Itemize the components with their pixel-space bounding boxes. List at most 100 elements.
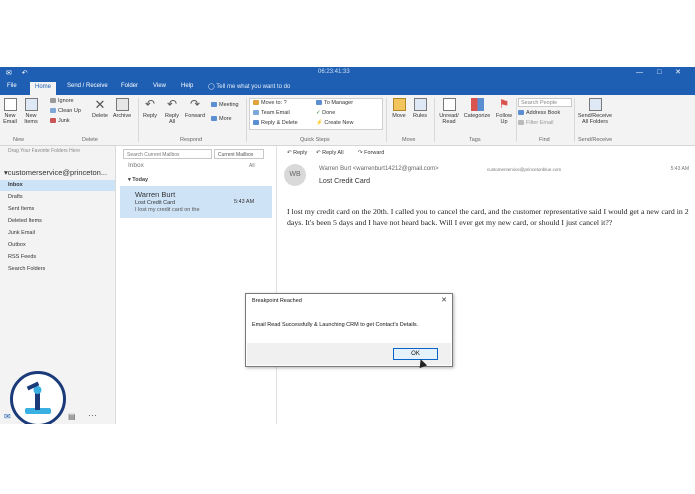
outlook-window: ✉ ↶ 06:23:41:33 — □ ✕ File Home Send / R… [0, 67, 695, 424]
group-label-find: Find [539, 137, 550, 143]
delete-button[interactable]: ✕ Delete [91, 98, 109, 119]
message-list-item[interactable]: Warren Burt Lost Credit Card I lost my c… [120, 186, 272, 218]
folder-sent-items[interactable]: Sent Items [0, 204, 115, 215]
recipient-address: customerservice@princetonblue.com [487, 167, 562, 172]
message-list-pane: Search Current Mailbox Current Mailbox I… [117, 146, 277, 424]
quick-step-move-to[interactable]: Move to: ? [253, 100, 287, 107]
group-label-new: New [13, 137, 25, 143]
separator [386, 98, 387, 142]
more-button[interactable]: More [211, 116, 232, 123]
search-mailbox-input[interactable]: Search Current Mailbox [123, 149, 212, 159]
address-book-button[interactable]: Address Book [518, 110, 560, 117]
reply-all-button[interactable]: ↶ Reply All [162, 97, 182, 126]
window-controls[interactable]: — □ ✕ [636, 68, 687, 76]
tasks-icon[interactable]: ▤ [68, 412, 76, 421]
forward-arrow-icon: ↷ [189, 97, 201, 111]
message-body: I lost my credit card on the 20th. I cal… [287, 207, 689, 227]
quick-steps-gallery: Move to: ? Team Email Reply & Delete To … [249, 98, 383, 130]
folder-junk-email[interactable]: Junk Email [0, 228, 115, 239]
reply-all-arrow-icon: ↶ [166, 97, 178, 111]
separator [138, 98, 139, 142]
folder-heading: Inbox [128, 162, 144, 169]
tell-me-search[interactable]: ◯ Tell me what you want to do [208, 83, 290, 90]
folder-inbox[interactable]: Inbox [0, 180, 115, 191]
reading-reply-button[interactable]: ↶ Reply [287, 150, 307, 156]
meeting-button[interactable]: Meeting [211, 102, 239, 109]
forward-button[interactable]: ↷ Forward [183, 97, 207, 120]
brand-logo [10, 371, 66, 424]
checkmark-icon: ✓ [316, 110, 321, 116]
move-button[interactable]: Move [389, 98, 409, 119]
sender-avatar: WB [284, 164, 306, 186]
tab-send-receive[interactable]: Send / Receive [67, 83, 108, 89]
archive-button[interactable]: Archive [111, 98, 133, 119]
separator [434, 98, 435, 142]
folder-drafts[interactable]: Drafts [0, 192, 115, 203]
breakpoint-dialog: Breakpoint Reached ✕ Email Read Successf… [245, 293, 453, 367]
reading-forward-button[interactable]: ↷ Forward [358, 150, 384, 156]
separator [516, 98, 517, 142]
reading-pane: ↶ Reply ↶ Reply All ↷ Forward WB Warren … [278, 146, 695, 424]
message-subject: Lost Credit Card [135, 200, 176, 206]
reply-arrow-icon: ↶ [144, 97, 156, 111]
message-preview: I lost my credit card on the [135, 207, 200, 213]
ribbon: New Email New Items Ignore Clean Up Junk… [0, 95, 695, 146]
separator [246, 98, 247, 142]
quick-access-icons[interactable]: ✉ ↶ [6, 69, 32, 77]
group-label-send-receive: Send/Receive [578, 137, 613, 143]
tab-view[interactable]: View [153, 83, 166, 89]
quick-step-team-email[interactable]: Team Email [253, 110, 290, 117]
categorize-button[interactable]: Categorize [462, 98, 492, 119]
follow-up-button[interactable]: ⚑ Follow Up [493, 97, 515, 126]
search-scope-dropdown[interactable]: Current Mailbox [214, 149, 264, 159]
archive-box-icon [115, 98, 129, 111]
folder-deleted-items[interactable]: Deleted Items [0, 216, 115, 227]
tab-file[interactable]: File [7, 83, 17, 89]
reading-subject: Lost Credit Card [319, 178, 370, 185]
reply-button[interactable]: ↶ Reply [140, 97, 160, 120]
close-icon[interactable]: ✕ [441, 296, 447, 304]
filter-all[interactable]: All [249, 163, 255, 169]
quick-step-to-manager[interactable]: To Manager [316, 100, 353, 107]
reading-reply-all-button[interactable]: ↶ Reply All [316, 150, 344, 156]
junk-button[interactable]: Junk [50, 118, 70, 125]
unread-read-button[interactable]: Unread/ Read [436, 98, 462, 125]
received-time: 5:43 AM [670, 166, 689, 172]
folder-outbox[interactable]: Outbox [0, 240, 115, 251]
rules-button[interactable]: Rules [410, 98, 430, 119]
new-email-button[interactable]: New Email [2, 98, 18, 125]
new-items-icon [24, 98, 38, 111]
lightbulb-icon: ◯ [208, 84, 215, 90]
group-label-move: Move [402, 137, 416, 143]
clean-up-button[interactable]: Clean Up [50, 108, 81, 115]
mail-icon[interactable]: ✉ [4, 412, 11, 421]
window-title: 06:23:41:33 [318, 69, 350, 75]
group-header-today: ▾ Today [128, 177, 149, 183]
account-name[interactable]: ▾customerservice@princeton... [4, 168, 107, 177]
group-label-delete: Delete [82, 137, 98, 143]
quick-step-create-new[interactable]: ⚡ Create New [316, 120, 353, 127]
new-items-button[interactable]: New Items [21, 98, 41, 125]
folder-search-folders[interactable]: Search Folders [0, 264, 115, 275]
ok-button[interactable]: OK [393, 348, 438, 360]
search-people-input[interactable]: Search People [518, 98, 572, 107]
envelope-icon [3, 98, 17, 111]
folder-rss-feeds[interactable]: RSS Feeds [0, 252, 115, 263]
more-apps-icon[interactable]: ··· [88, 410, 97, 420]
dialog-title: Breakpoint Reached [252, 298, 302, 304]
send-receive-all-button[interactable]: Send/Receive All Folders [576, 98, 614, 125]
message-sender: Warren Burt [135, 190, 176, 199]
rules-icon [413, 98, 427, 111]
tab-help[interactable]: Help [181, 83, 193, 89]
quick-step-reply-delete[interactable]: Reply & Delete [253, 120, 298, 127]
categorize-icon [470, 98, 484, 111]
ignore-button[interactable]: Ignore [50, 98, 74, 105]
flag-icon: ⚑ [498, 97, 510, 111]
favorites-hint: Drag Your Favorite Folders Here [8, 148, 80, 154]
group-label-quick-steps: Quick Steps [300, 137, 330, 143]
tab-folder[interactable]: Folder [121, 83, 138, 89]
quick-step-done[interactable]: ✓ Done [316, 110, 335, 117]
filter-email-button[interactable]: Filter Email [518, 120, 554, 127]
tab-home[interactable]: Home [30, 82, 57, 95]
ribbon-tabs: File Home Send / Receive Folder View Hel… [0, 79, 695, 95]
